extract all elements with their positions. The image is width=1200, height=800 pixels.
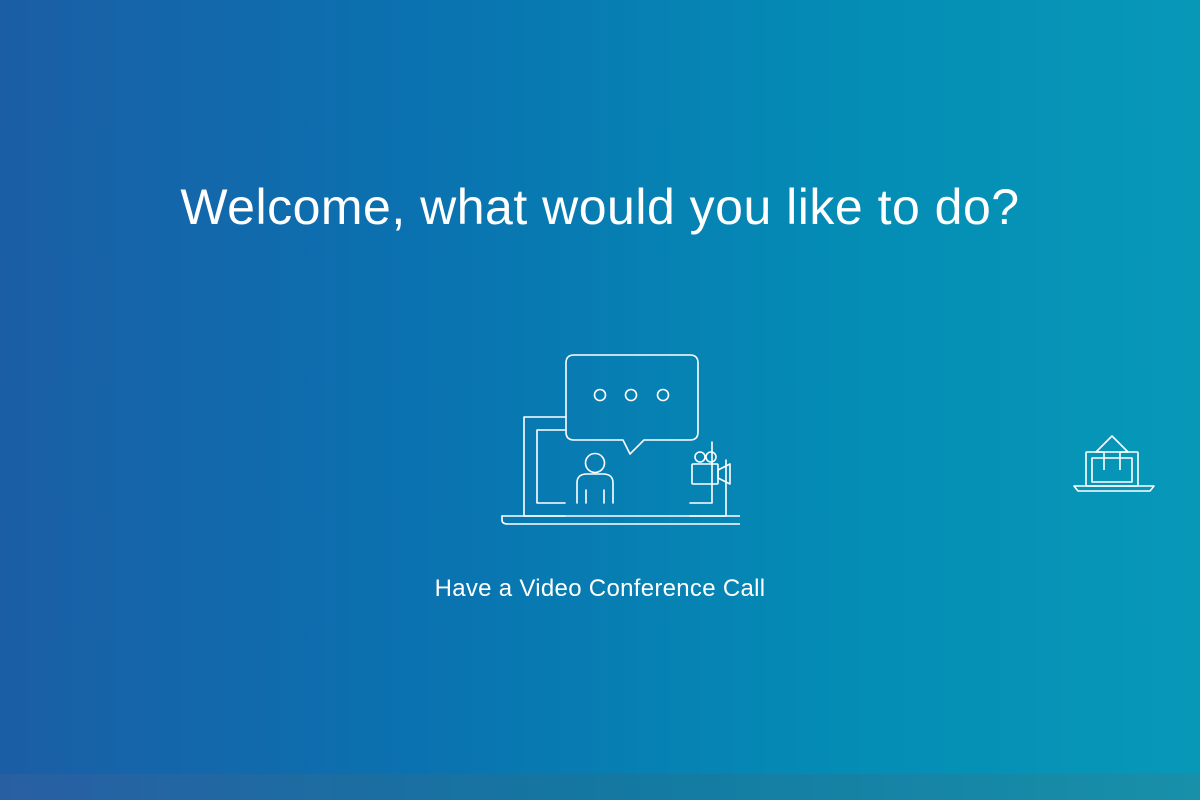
video-conference-label: Have a Video Conference Call: [434, 575, 766, 602]
page-title: Welcome, what would you like to do?: [180, 179, 1020, 235]
share-screen-option[interactable]: [1068, 430, 1160, 498]
video-conference-icon: [501, 354, 740, 525]
camera-icon: [691, 451, 731, 485]
footer-bar: [0, 774, 1200, 800]
share-screen-icon: [1073, 435, 1155, 492]
video-conference-option[interactable]: Have a Video Conference Call: [400, 345, 800, 615]
